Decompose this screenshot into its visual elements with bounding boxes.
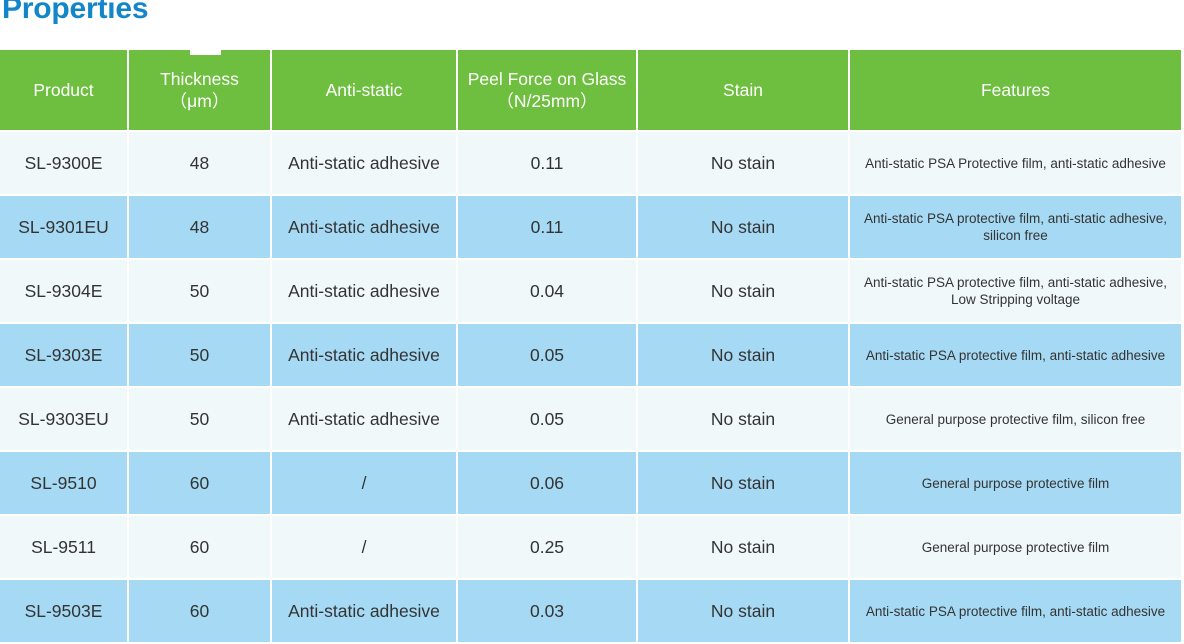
- cell-features: General purpose protective film: [850, 516, 1181, 580]
- column-header-peel-force-line2: （N/25mm）: [496, 91, 598, 111]
- column-header-antistatic: Anti-static: [272, 50, 458, 132]
- cell-peel-force: 0.11: [458, 196, 638, 260]
- cell-stain: No stain: [638, 516, 850, 580]
- cell-thickness: 50: [129, 260, 272, 324]
- cell-product: SL-9503E: [0, 580, 129, 644]
- table-row: SL-9301EU 48 Anti-static adhesive 0.11 N…: [0, 196, 1181, 260]
- cell-product: SL-9304E: [0, 260, 129, 324]
- table-row: SL-9303EU 50 Anti-static adhesive 0.05 N…: [0, 388, 1181, 452]
- cell-peel-force: 0.03: [458, 580, 638, 644]
- column-header-stain: Stain: [638, 50, 850, 132]
- cell-features: Anti-static PSA protective film, anti-st…: [850, 580, 1181, 644]
- column-header-features: Features: [850, 50, 1181, 132]
- cell-antistatic: Anti-static adhesive: [272, 132, 458, 196]
- cell-antistatic: Anti-static adhesive: [272, 324, 458, 388]
- cell-peel-force: 0.05: [458, 324, 638, 388]
- cell-product: SL-9510: [0, 452, 129, 516]
- cell-antistatic: /: [272, 516, 458, 580]
- cell-stain: No stain: [638, 324, 850, 388]
- cell-antistatic: Anti-static adhesive: [272, 580, 458, 644]
- cell-features: General purpose protective film: [850, 452, 1181, 516]
- cell-antistatic: Anti-static adhesive: [272, 388, 458, 452]
- table-row: SL-9503E 60 Anti-static adhesive 0.03 No…: [0, 580, 1181, 644]
- cell-product: SL-9303E: [0, 324, 129, 388]
- cell-stain: No stain: [638, 196, 850, 260]
- cell-product: SL-9300E: [0, 132, 129, 196]
- cell-features: Anti-static PSA Protective film, anti-st…: [850, 132, 1181, 196]
- cell-features: Anti-static PSA protective film, anti-st…: [850, 196, 1181, 260]
- table-header: Product Thickness （μm） Anti-static Peel …: [0, 50, 1181, 132]
- properties-page: Properties Product Thickness （μm） Anti-s…: [0, 0, 1184, 644]
- cell-product: SL-9303EU: [0, 388, 129, 452]
- table-row: SL-9300E 48 Anti-static adhesive 0.11 No…: [0, 132, 1181, 196]
- cell-product: SL-9301EU: [0, 196, 129, 260]
- cell-stain: No stain: [638, 260, 850, 324]
- cell-stain: No stain: [638, 388, 850, 452]
- cell-peel-force: 0.25: [458, 516, 638, 580]
- column-header-peel-force-line1: Peel Force on Glass: [467, 69, 627, 89]
- table-row: SL-9510 60 / 0.06 No stain General purpo…: [0, 452, 1181, 516]
- cell-stain: No stain: [638, 580, 850, 644]
- column-header-product: Product: [0, 50, 129, 132]
- cell-thickness: 50: [129, 324, 272, 388]
- cell-thickness: 60: [129, 516, 272, 580]
- cell-features: General purpose protective film, silicon…: [850, 388, 1181, 452]
- cell-stain: No stain: [638, 132, 850, 196]
- column-header-peel-force: Peel Force on Glass （N/25mm）: [458, 50, 638, 132]
- cell-stain: No stain: [638, 452, 850, 516]
- cell-peel-force: 0.04: [458, 260, 638, 324]
- cell-thickness: 50: [129, 388, 272, 452]
- cell-thickness: 48: [129, 132, 272, 196]
- column-header-thickness-line1: Thickness: [160, 69, 239, 89]
- cell-peel-force: 0.06: [458, 452, 638, 516]
- cell-peel-force: 0.11: [458, 132, 638, 196]
- cell-antistatic: /: [272, 452, 458, 516]
- table-body: SL-9300E 48 Anti-static adhesive 0.11 No…: [0, 132, 1181, 644]
- cell-thickness: 60: [129, 452, 272, 516]
- cell-antistatic: Anti-static adhesive: [272, 196, 458, 260]
- cell-product: SL-9511: [0, 516, 129, 580]
- cell-thickness: 60: [129, 580, 272, 644]
- cell-features: Anti-static PSA protective film, anti-st…: [850, 260, 1181, 324]
- column-header-thickness-line2: （μm）: [169, 91, 230, 111]
- properties-table: Product Thickness （μm） Anti-static Peel …: [0, 50, 1181, 644]
- table-row: SL-9511 60 / 0.25 No stain General purpo…: [0, 516, 1181, 580]
- cell-peel-force: 0.05: [458, 388, 638, 452]
- cell-features: Anti-static PSA protective film, anti-st…: [850, 324, 1181, 388]
- cell-thickness: 48: [129, 196, 272, 260]
- column-header-thickness: Thickness （μm）: [129, 50, 272, 132]
- page-title: Properties: [2, 0, 149, 25]
- table-header-row: Product Thickness （μm） Anti-static Peel …: [0, 50, 1181, 132]
- table-row: SL-9304E 50 Anti-static adhesive 0.04 No…: [0, 260, 1181, 324]
- table-row: SL-9303E 50 Anti-static adhesive 0.05 No…: [0, 324, 1181, 388]
- cell-antistatic: Anti-static adhesive: [272, 260, 458, 324]
